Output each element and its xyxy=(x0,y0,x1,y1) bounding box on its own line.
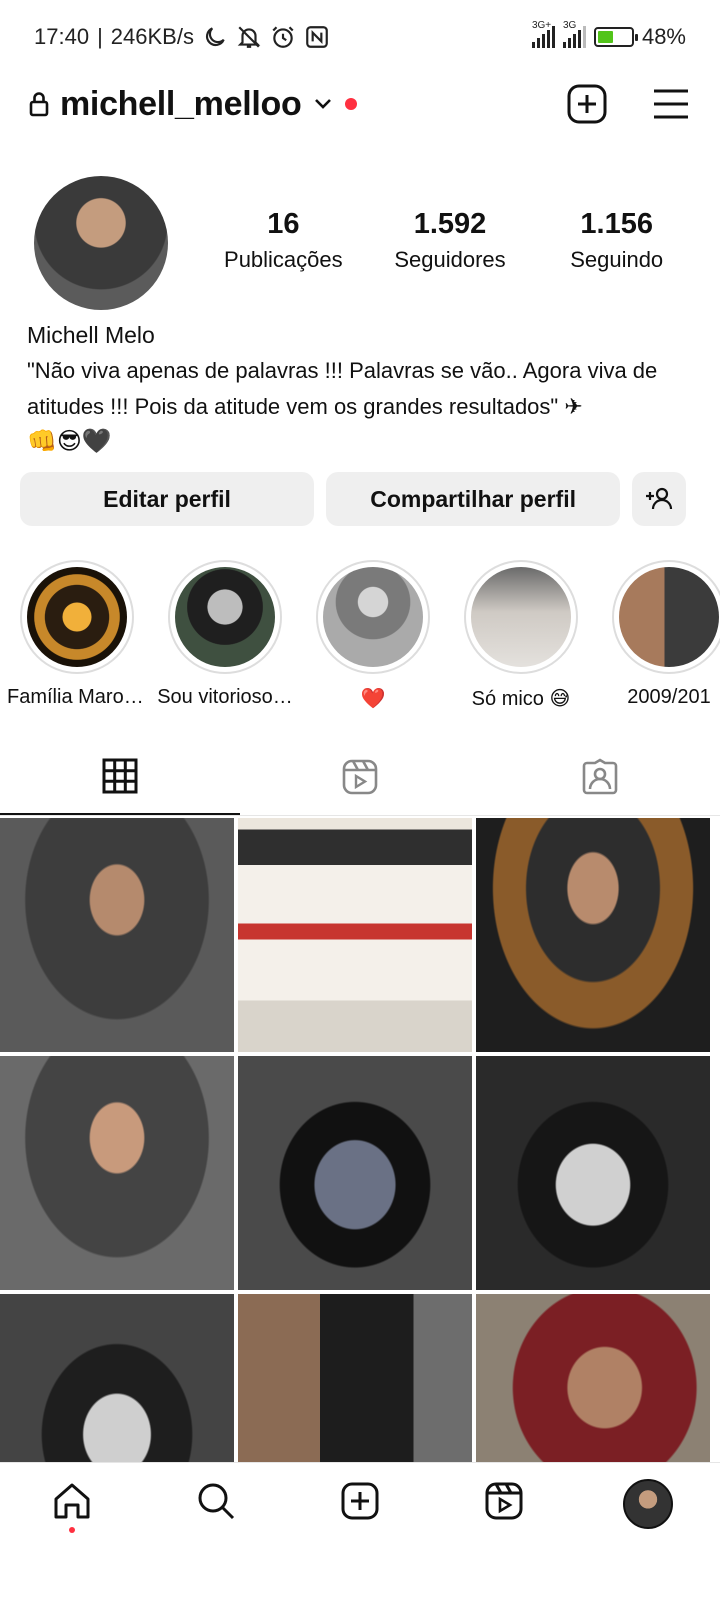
profile-tabs xyxy=(0,738,720,816)
highlight-item[interactable]: ❤️ xyxy=(303,560,443,710)
stat-value: 1.592 xyxy=(413,208,487,240)
battery-fill xyxy=(597,31,614,43)
post-thumbnail[interactable] xyxy=(238,1056,472,1290)
highlight-ring xyxy=(168,560,282,674)
stat-label: Seguidores xyxy=(394,247,506,272)
header-actions xyxy=(566,83,692,125)
signal-icon-2: 3G xyxy=(562,20,586,48)
posts-grid xyxy=(0,818,720,1528)
discover-people-button[interactable] xyxy=(632,472,686,526)
highlight-ring xyxy=(464,560,578,674)
highlight-label: Só mico 😅 xyxy=(471,688,571,710)
highlight-cover xyxy=(323,567,423,667)
alarm-icon xyxy=(272,26,294,48)
bell-off-icon xyxy=(237,26,261,48)
highlight-item[interactable]: Família Marot… xyxy=(7,560,147,709)
status-separator: | xyxy=(97,24,103,49)
menu-icon[interactable] xyxy=(650,83,692,125)
status-left: 17:40 | 246KB/s xyxy=(34,24,330,50)
highlight-item[interactable]: Só mico 😅 xyxy=(451,560,591,710)
tagged-icon xyxy=(582,757,618,794)
home-notification-dot xyxy=(69,1527,75,1533)
post-thumbnail[interactable] xyxy=(476,1056,710,1290)
bio-emoji: 👊😎🖤 xyxy=(27,428,112,455)
highlight-label: ❤️ xyxy=(360,688,386,710)
profile-actions: Editar perfil Compartilhar perfil xyxy=(20,472,686,526)
stat-posts[interactable]: 16 Publicações xyxy=(200,208,367,273)
profile-avatar xyxy=(623,1479,673,1529)
add-person-icon xyxy=(646,487,673,510)
tab-reels[interactable] xyxy=(240,738,480,815)
reels-icon xyxy=(485,1482,523,1520)
stat-label: Publicações xyxy=(224,247,343,272)
highlight-ring xyxy=(612,560,720,674)
stat-label: Seguindo xyxy=(570,247,664,272)
nav-home[interactable] xyxy=(32,1479,112,1533)
chevron-down-icon[interactable] xyxy=(313,97,333,111)
profile-stats: 16 Publicações 1.592 Seguidores 1.156 Se… xyxy=(200,208,700,273)
highlight-ring xyxy=(20,560,134,674)
stat-following[interactable]: 1.156 Seguindo xyxy=(533,208,700,273)
nav-profile[interactable] xyxy=(608,1479,688,1529)
grid-icon xyxy=(102,758,138,793)
highlight-label: 2009/201 xyxy=(627,686,711,708)
stat-value: 1.156 xyxy=(580,208,653,240)
lock-icon xyxy=(29,92,49,117)
highlight-cover xyxy=(27,567,127,667)
display-name: Michell Melo xyxy=(27,322,155,348)
status-speed: 246KB/s xyxy=(110,24,194,49)
battery-percent: 48% xyxy=(641,24,686,49)
edit-profile-button[interactable]: Editar perfil xyxy=(20,472,315,526)
profile-bio: Michell Melo "Não viva apenas de palavra… xyxy=(27,322,697,459)
status-time: 17:40 xyxy=(34,24,90,49)
post-thumbnail[interactable] xyxy=(476,818,710,1052)
profile-header: michell_melloo xyxy=(0,74,720,134)
stat-value: 16 xyxy=(267,208,300,240)
highlight-label: Sou vitorioso… xyxy=(157,686,293,708)
battery-icon xyxy=(593,27,638,47)
highlight-label: Família Marot… xyxy=(7,686,147,708)
highlight-item[interactable]: Sou vitorioso… xyxy=(155,560,295,709)
username[interactable]: michell_melloo xyxy=(60,85,302,124)
stat-followers[interactable]: 1.592 Seguidores xyxy=(367,208,534,273)
create-icon xyxy=(341,1482,379,1520)
nav-create[interactable] xyxy=(320,1479,400,1523)
bio-text: "Não viva apenas de palavras !!! Palavra… xyxy=(27,358,658,419)
profile-avatar[interactable] xyxy=(34,176,168,310)
bottom-navigation xyxy=(0,1462,720,1600)
network-type-1: 3G+ xyxy=(531,20,552,31)
nfc-icon xyxy=(306,26,328,48)
highlight-cover xyxy=(175,567,275,667)
share-profile-button[interactable]: Compartilhar perfil xyxy=(326,472,621,526)
notification-dot xyxy=(345,98,358,110)
signal-icon: 3G+ xyxy=(531,20,555,48)
post-thumbnail[interactable] xyxy=(0,818,234,1052)
search-icon xyxy=(198,1483,235,1520)
new-post-icon[interactable] xyxy=(566,83,608,125)
highlight-cover xyxy=(619,567,719,667)
tab-tagged[interactable] xyxy=(480,738,720,815)
tab-posts[interactable] xyxy=(0,738,240,815)
post-thumbnail[interactable] xyxy=(0,1056,234,1290)
reels-icon xyxy=(342,759,378,794)
status-bar: 17:40 | 246KB/s 3G+ 3G 48% xyxy=(0,0,720,74)
moon-icon xyxy=(205,27,225,47)
highlight-ring xyxy=(316,560,430,674)
home-icon xyxy=(54,1483,90,1519)
nav-search[interactable] xyxy=(176,1479,256,1523)
highlight-cover xyxy=(471,567,571,667)
highlight-item[interactable]: 2009/201 xyxy=(599,560,720,709)
post-thumbnail[interactable] xyxy=(238,818,472,1052)
network-type-2: 3G xyxy=(562,20,577,31)
status-right: 3G+ 3G 48% xyxy=(531,20,686,50)
nav-reels[interactable] xyxy=(464,1479,544,1523)
story-highlights: Família Marot… Sou vitorioso… ❤️ Só mico… xyxy=(0,560,720,710)
